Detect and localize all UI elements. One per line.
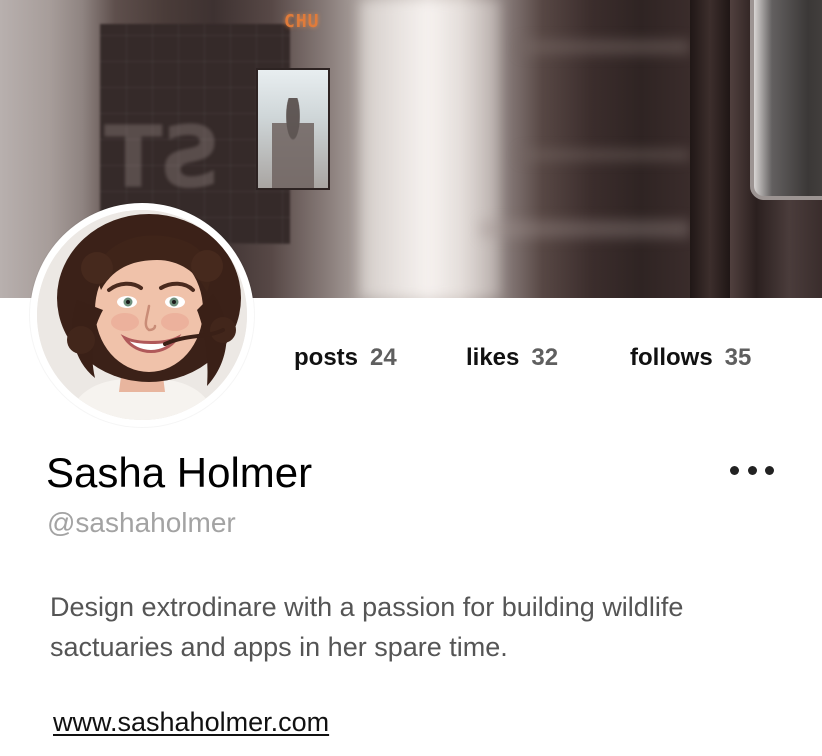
stat-posts-count: 24: [370, 344, 397, 371]
stat-follows-label: follows: [630, 344, 713, 371]
stat-posts[interactable]: posts 24: [294, 342, 397, 374]
profile-bio: Design extrodinare with a passion for bu…: [50, 592, 684, 662]
profile-name: Sasha Holmer: [46, 449, 313, 496]
stat-posts-label: posts: [294, 344, 359, 371]
stat-likes-count: 32: [531, 344, 559, 371]
avatar-photo: [37, 210, 247, 420]
cover-station-sign: ST: [108, 108, 221, 208]
profile-handle: @sashaholmer: [47, 507, 236, 538]
stat-follows-count: 35: [724, 344, 752, 371]
cover-train-window: [256, 68, 330, 190]
cover-led-sign: CHU: [284, 11, 320, 32]
profile-website-link[interactable]: www.sashaholmer.com: [53, 704, 329, 740]
more-options-button[interactable]: [730, 456, 774, 484]
cover-door-frame: [690, 0, 730, 298]
avatar[interactable]: [30, 203, 254, 427]
stat-follows[interactable]: follows 35: [630, 342, 751, 374]
stat-likes[interactable]: likes 32: [466, 342, 558, 374]
profile-page: ST CHU posts 24 likes 32 follows 35 Sash…: [0, 0, 822, 756]
profile-stats: posts 24 likes 32 follows 35: [0, 342, 822, 374]
cover-door-window: [750, 0, 822, 200]
more-horizontal-icon: [730, 465, 739, 475]
stat-likes-label: likes: [466, 344, 520, 371]
